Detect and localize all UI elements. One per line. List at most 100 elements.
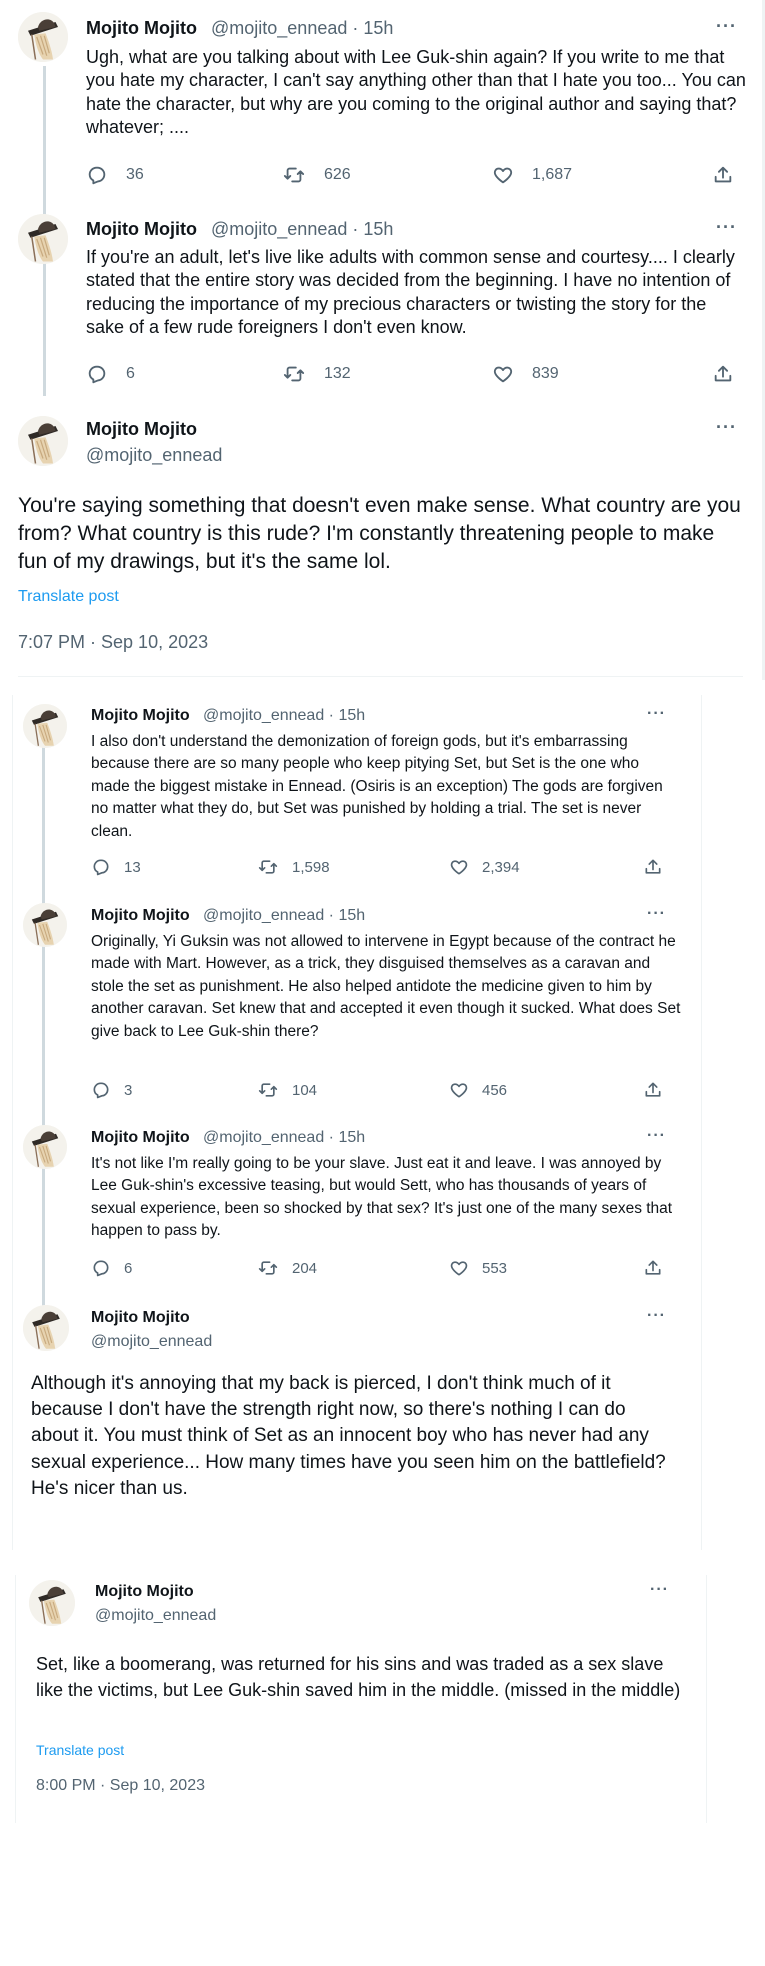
like-button[interactable]: 2,394 (449, 857, 520, 877)
like-count: 1,687 (532, 166, 573, 183)
heart-icon (449, 1080, 469, 1100)
avatar[interactable] (23, 903, 67, 947)
more-icon[interactable]: ··· (650, 1581, 669, 1599)
share-icon (712, 164, 734, 186)
tweet-text: Although it's annoying that my back is p… (31, 1373, 666, 1499)
user-name[interactable]: Mojito Mojito (95, 1583, 194, 1601)
share-button[interactable] (643, 1258, 663, 1278)
retweet-count: 132 (324, 365, 351, 382)
heart-icon (449, 1258, 469, 1278)
reply-count: 6 (124, 1259, 133, 1277)
thread-block-3: Mojito Mojito @mojito_ennead ··· Set, li… (15, 1575, 707, 1823)
user-name[interactable]: Mojito Mojito (86, 419, 197, 440)
retweet-icon (282, 164, 306, 186)
avatar[interactable] (18, 12, 68, 62)
avatar[interactable] (23, 704, 67, 748)
thread-block-2: Mojito Mojito @mojito_ennead · 15h ··· I… (12, 695, 702, 1550)
like-count: 839 (532, 365, 559, 382)
reply-count: 13 (124, 858, 141, 876)
more-icon[interactable]: ··· (647, 705, 666, 723)
user-name[interactable]: Mojito Mojito (91, 907, 190, 925)
reply-icon (86, 363, 108, 385)
share-icon (643, 1258, 663, 1278)
heart-icon (449, 857, 469, 877)
user-name[interactable]: Mojito Mojito (86, 18, 197, 39)
tweet-text: If you're an adult, let's live like adul… (86, 247, 735, 338)
more-icon[interactable]: ··· (716, 417, 737, 438)
like-button[interactable]: 1,687 (492, 164, 572, 186)
retweet-count: 204 (292, 1259, 318, 1277)
reply-button[interactable]: 6 (86, 363, 135, 385)
more-icon[interactable]: ··· (716, 16, 737, 37)
more-icon[interactable]: ··· (647, 1307, 666, 1325)
avatar[interactable] (29, 1580, 75, 1626)
user-handle[interactable]: @mojito_ennead (86, 445, 222, 466)
retweet-icon (282, 363, 306, 385)
reply-icon (86, 164, 108, 186)
avatar[interactable] (18, 214, 68, 264)
tweet-text: It's not like I'm really going to be you… (91, 1155, 673, 1240)
translate-link[interactable]: Translate post (36, 1742, 124, 1758)
user-name[interactable]: Mojito Mojito (86, 219, 197, 240)
translate-link[interactable]: Translate post (18, 588, 119, 606)
share-button[interactable] (643, 1080, 663, 1100)
retweet-button[interactable]: 1,598 (257, 857, 330, 877)
user-handle[interactable]: @mojito_ennead · 15h (203, 707, 365, 725)
share-icon (643, 1080, 663, 1100)
retweet-button[interactable]: 204 (257, 1258, 317, 1278)
reply-icon (91, 857, 111, 877)
more-icon[interactable]: ··· (647, 1127, 666, 1145)
more-icon[interactable]: ··· (716, 217, 737, 238)
user-handle[interactable]: @mojito_ennead · 15h (211, 219, 393, 240)
thread-connector (42, 745, 45, 1325)
share-button[interactable] (712, 363, 734, 385)
user-name[interactable]: Mojito Mojito (91, 1129, 190, 1147)
retweet-count: 1,598 (292, 858, 330, 876)
reply-button[interactable]: 13 (91, 857, 141, 877)
retweet-count: 104 (292, 1081, 318, 1099)
like-button[interactable]: 553 (449, 1258, 507, 1278)
share-icon (712, 363, 734, 385)
avatar[interactable] (23, 1125, 67, 1169)
avatar[interactable] (18, 416, 68, 466)
user-handle[interactable]: @mojito_ennead · 15h (203, 1129, 365, 1147)
retweet-button[interactable]: 132 (282, 363, 351, 385)
user-handle[interactable]: @mojito_ennead (91, 1333, 212, 1351)
thread-block-1: Mojito Mojito @mojito_ennead · 15h ··· U… (0, 0, 765, 680)
avatar[interactable] (23, 1305, 69, 1351)
user-handle[interactable]: @mojito_ennead · 15h (211, 18, 393, 39)
heart-icon (492, 164, 514, 186)
user-handle[interactable]: @mojito_ennead (95, 1607, 216, 1625)
reply-icon (91, 1080, 111, 1100)
divider (18, 676, 743, 677)
reply-button[interactable]: 6 (91, 1258, 132, 1278)
heart-icon (492, 363, 514, 385)
like-button[interactable]: 839 (492, 363, 559, 385)
post-timestamp[interactable]: 8:00 PM · Sep 10, 2023 (36, 1777, 205, 1795)
tweet-text: Ugh, what are you talking about with Lee… (86, 47, 746, 138)
more-icon[interactable]: ··· (647, 905, 666, 923)
reply-button[interactable]: 36 (86, 164, 144, 186)
tweet-text: You're saying something that doesn't eve… (18, 494, 741, 573)
reply-icon (91, 1258, 111, 1278)
share-button[interactable] (643, 857, 663, 877)
tweet-text: Originally, Yi Guksin was not allowed to… (91, 933, 681, 1040)
user-name[interactable]: Mojito Mojito (91, 1309, 190, 1327)
reply-count: 36 (126, 166, 144, 183)
retweet-button[interactable]: 626 (282, 164, 351, 186)
retweet-icon (257, 857, 279, 877)
post-timestamp[interactable]: 7:07 PM · Sep 10, 2023 (18, 632, 208, 653)
like-count: 456 (482, 1081, 508, 1099)
reply-button[interactable]: 3 (91, 1080, 132, 1100)
reply-count: 3 (124, 1081, 133, 1099)
user-handle[interactable]: @mojito_ennead · 15h (203, 907, 365, 925)
retweet-icon (257, 1080, 279, 1100)
share-button[interactable] (712, 164, 734, 186)
like-count: 553 (482, 1259, 508, 1277)
retweet-count: 626 (324, 166, 351, 183)
like-button[interactable]: 456 (449, 1080, 507, 1100)
retweet-button[interactable]: 104 (257, 1080, 317, 1100)
tweet-text: Set, like a boomerang, was returned for … (36, 1654, 681, 1701)
user-name[interactable]: Mojito Mojito (91, 707, 190, 725)
like-count: 2,394 (482, 858, 520, 876)
